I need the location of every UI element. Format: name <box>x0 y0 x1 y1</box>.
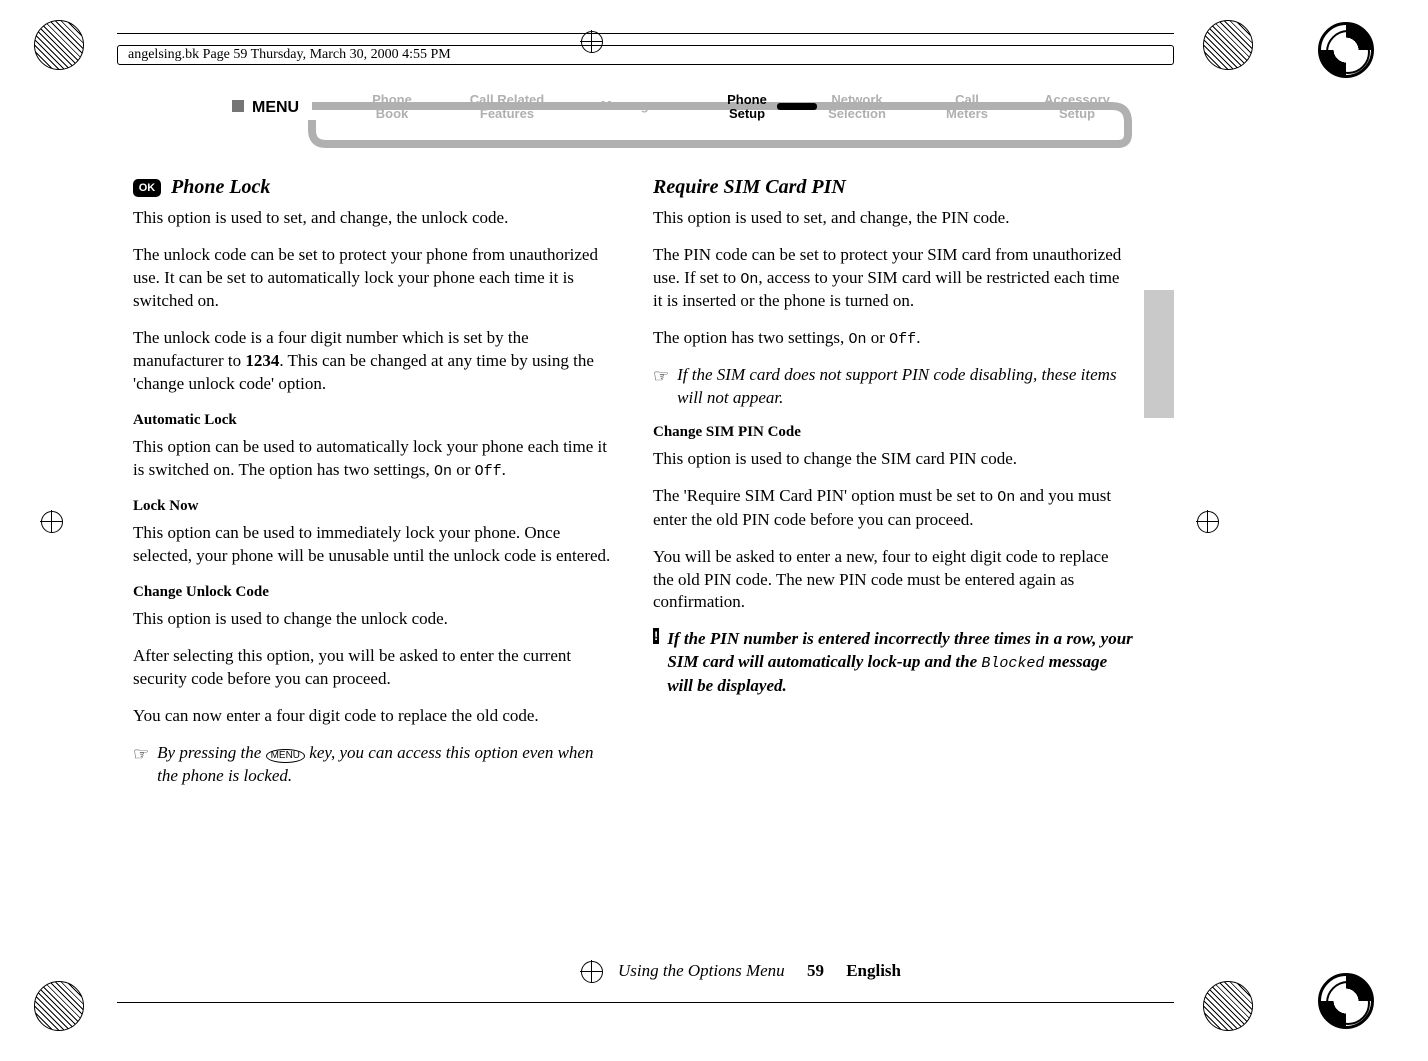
body-text: This option is used to change the unlock… <box>133 608 613 631</box>
menu-key-icon: MENU <box>266 749 305 763</box>
body-text: You will be asked to enter a new, four t… <box>653 546 1133 615</box>
right-column: Require SIM Card PIN This option is used… <box>653 170 1133 798</box>
trim-mark <box>40 510 62 532</box>
hand-icon: ☞ <box>653 364 669 388</box>
note: ☞ By pressing the MENU key, you can acce… <box>133 742 613 788</box>
hand-icon: ☞ <box>133 742 149 766</box>
svg-text:Selection: Selection <box>828 106 886 121</box>
crosshair-icon <box>1318 973 1374 1029</box>
footer-section: Using the Options Menu <box>618 961 785 980</box>
body-text: After selecting this option, you will be… <box>133 645 613 691</box>
body-text: The PIN code can be set to protect your … <box>653 244 1133 313</box>
body-text: The unlock code is a four digit number w… <box>133 327 613 396</box>
crop-line <box>117 33 1174 34</box>
body-text: This option is used to change the SIM ca… <box>653 448 1133 471</box>
section-title: Require SIM Card PIN <box>653 174 1133 201</box>
registration-mark <box>1203 981 1253 1031</box>
subheading: Change Unlock Code <box>133 582 613 602</box>
trim-mark <box>580 960 602 982</box>
note: ☞ If the SIM card does not support PIN c… <box>653 364 1133 410</box>
warning-icon: ! <box>653 628 659 644</box>
footer-language: English <box>846 961 901 980</box>
subheading: Lock Now <box>133 496 613 516</box>
svg-text:Phone: Phone <box>727 92 767 107</box>
svg-text:Call Related: Call Related <box>470 92 544 107</box>
registration-mark <box>34 981 84 1031</box>
trim-mark <box>1196 510 1218 532</box>
body-text: This option can be used to immediately l… <box>133 522 613 568</box>
svg-text:MENU: MENU <box>252 99 299 116</box>
svg-text:Features: Features <box>480 106 534 121</box>
body-text: The option has two settings, On or Off. <box>653 327 1133 350</box>
svg-text:Accessory: Accessory <box>1044 92 1111 107</box>
title-text: Phone Lock <box>171 176 270 198</box>
registration-mark <box>1203 20 1253 70</box>
print-header: angelsing.bk Page 59 Thursday, March 30,… <box>117 45 1174 65</box>
svg-text:Meters: Meters <box>946 106 988 121</box>
body-text: This option is used to set, and change, … <box>133 207 613 230</box>
svg-text:Setup: Setup <box>729 106 765 121</box>
subheading: Automatic Lock <box>133 410 613 430</box>
print-header-text: angelsing.bk Page 59 Thursday, March 30,… <box>128 47 451 63</box>
body-text: The 'Require SIM Card PIN' option must b… <box>653 485 1133 531</box>
body-text: This option is used to set, and change, … <box>653 207 1133 230</box>
page-number: 59 <box>807 961 824 980</box>
note-text: By pressing the MENU key, you can access… <box>157 742 613 788</box>
body-text: You can now enter a four digit code to r… <box>133 705 613 728</box>
page-footer: Using the Options Menu 59 English <box>618 961 901 981</box>
note-text: If the SIM card does not support PIN cod… <box>677 364 1133 410</box>
crop-line <box>117 1002 1174 1003</box>
subheading: Change SIM PIN Code <box>653 422 1133 442</box>
registration-mark <box>34 20 84 70</box>
svg-text:Network: Network <box>831 92 883 107</box>
section-title: OK Phone Lock <box>133 174 613 201</box>
page-body: OK Phone Lock This option is used to set,… <box>133 170 1133 798</box>
body-text: This option can be used to automatically… <box>133 436 613 482</box>
crosshair-icon <box>1318 22 1374 78</box>
body-text: The unlock code can be set to protect yo… <box>133 244 613 313</box>
warning: ! If the PIN number is entered incorrect… <box>653 628 1133 697</box>
left-column: OK Phone Lock This option is used to set,… <box>133 170 613 798</box>
ok-badge-icon: OK <box>133 179 161 197</box>
svg-text:Setup: Setup <box>1059 106 1095 121</box>
svg-text:Messages: Messages <box>601 98 663 113</box>
warning-text: If the PIN number is entered incorrectly… <box>667 628 1133 697</box>
svg-text:Book: Book <box>376 106 409 121</box>
page-tab <box>1144 290 1174 418</box>
svg-text:Call: Call <box>955 92 979 107</box>
menu-nav-bar: .lbl{font:bold 13px Arial;fill:#b0b0b0;t… <box>232 90 1132 150</box>
svg-text:Phone: Phone <box>372 92 412 107</box>
